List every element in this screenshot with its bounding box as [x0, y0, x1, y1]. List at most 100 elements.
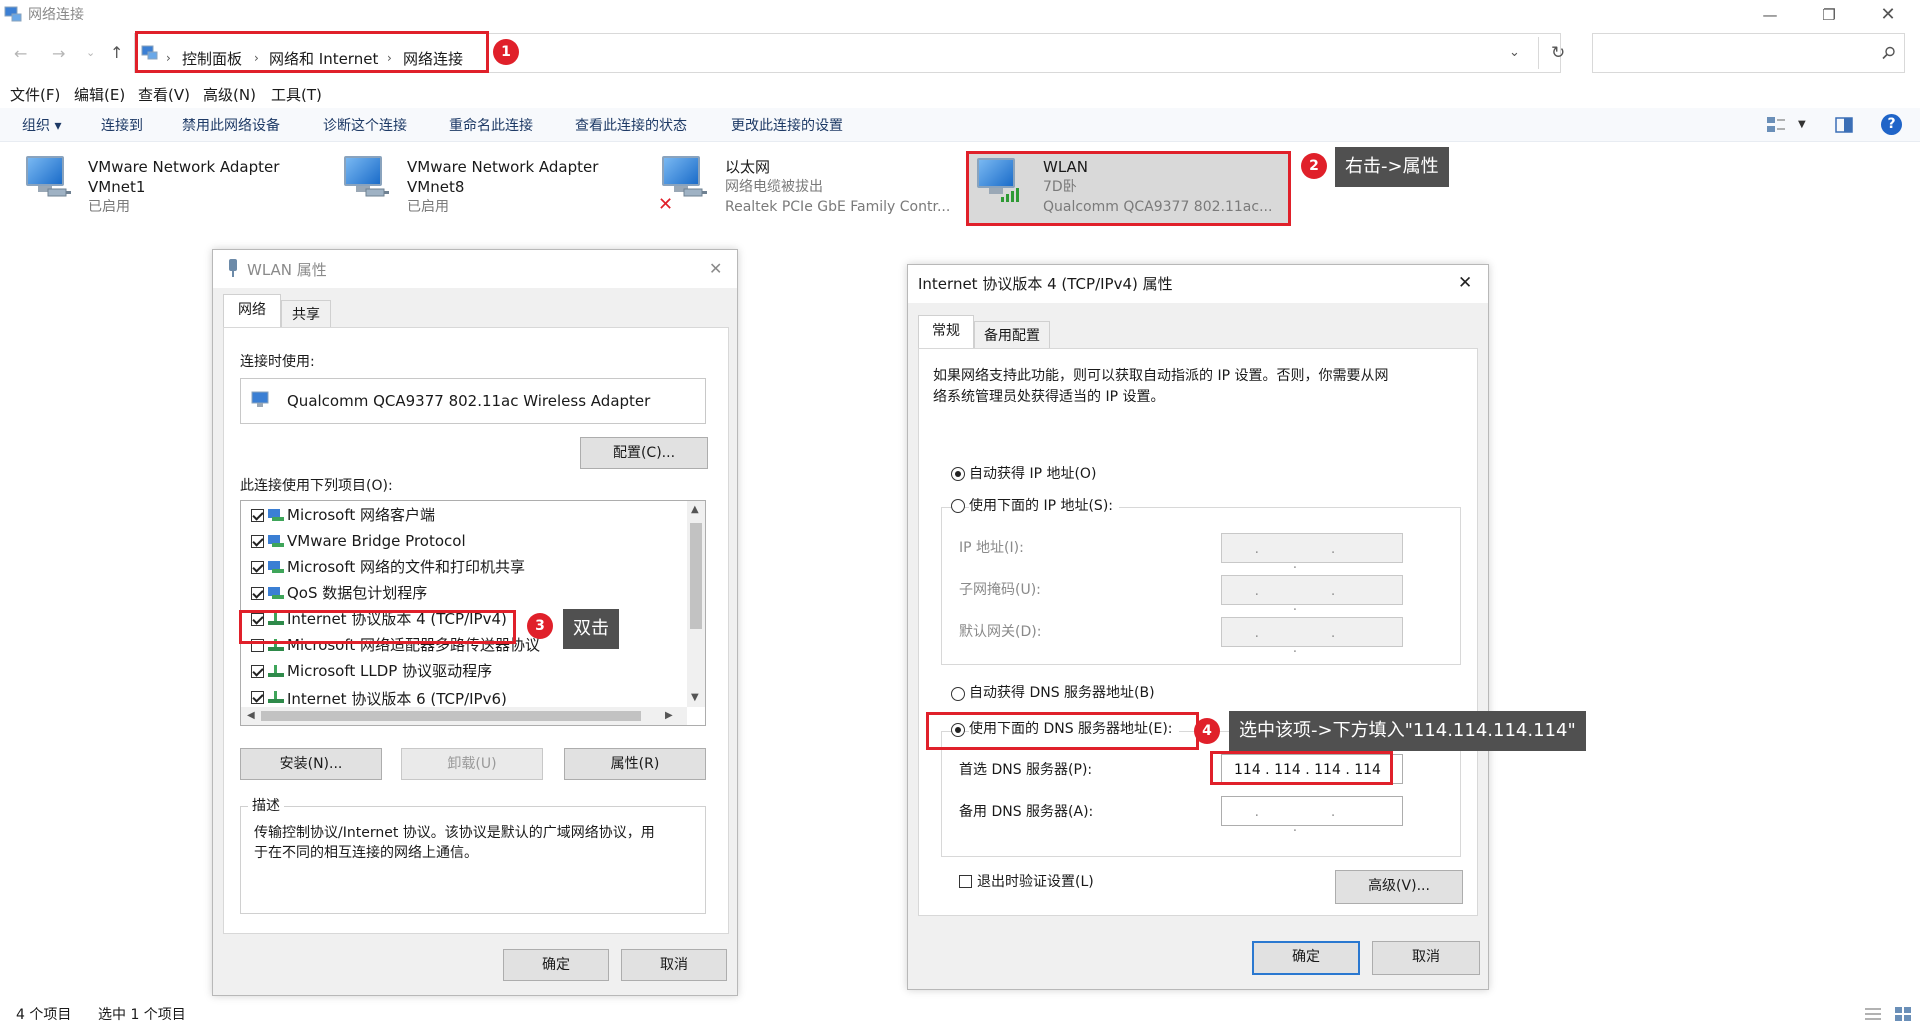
adapter-line2: VMnet8	[407, 178, 465, 196]
scroll-thumb[interactable]	[690, 523, 702, 629]
configure-button[interactable]: 配置(C)...	[580, 437, 708, 469]
tab-general[interactable]: 常规	[918, 315, 974, 349]
ok-button[interactable]: 确定	[503, 949, 609, 981]
item-checkbox[interactable]	[251, 535, 264, 548]
validate-label[interactable]: 退出时验证设置(L)	[977, 875, 1094, 889]
scroll-up-icon[interactable]: ▲	[691, 505, 699, 515]
adapter-device: Realtek PCIe GbE Family Contr...	[725, 199, 951, 215]
list-item[interactable]: QoS 数据包计划程序	[287, 586, 427, 601]
ok-button[interactable]: 确定	[1252, 941, 1360, 975]
diagnose-button[interactable]: 诊断这个连接	[323, 119, 407, 133]
rename-button[interactable]: 重命名此连接	[449, 119, 533, 133]
list-item[interactable]: Microsoft LLDP 协议驱动程序	[287, 664, 492, 679]
auto-ip-label[interactable]: 自动获得 IP 地址(O)	[969, 467, 1096, 481]
tab-network[interactable]: 网络	[223, 294, 281, 328]
help-icon[interactable]: ?	[1881, 114, 1902, 135]
dialog-close-icon[interactable]: ✕	[709, 261, 722, 277]
view-options-icon[interactable]	[1766, 116, 1786, 134]
menu-file[interactable]: 文件(F)	[10, 88, 60, 103]
intro-text-2: 络系统管理员处获得适当的 IP 设置。	[933, 389, 1165, 405]
vertical-scrollbar[interactable]: ▲ ▼	[687, 501, 705, 707]
horizontal-scrollbar[interactable]: ◀ ▶	[241, 707, 687, 725]
dialog-close-icon[interactable]: ✕	[1458, 275, 1472, 292]
adapter-name: 以太网	[725, 158, 771, 176]
tab-alternate-config[interactable]: 备用配置	[974, 321, 1050, 349]
minimize-button[interactable]: —	[1747, 4, 1793, 26]
search-input[interactable]	[1592, 33, 1905, 73]
menu-advanced[interactable]: 高级(N)	[203, 88, 256, 103]
connect-to-button[interactable]: 连接到	[101, 119, 143, 133]
install-button[interactable]: 安装(N)...	[240, 748, 382, 780]
item-checkbox[interactable]	[251, 561, 264, 574]
view-status-button[interactable]: 查看此连接的状态	[575, 119, 687, 133]
highlight-box-preferred-dns	[1210, 751, 1393, 785]
organize-button[interactable]: 组织 ▾	[22, 119, 61, 133]
intro-text: 如果网络支持此功能，则可以获取自动指派的 IP 设置。否则，你需要从网	[933, 368, 1389, 384]
manual-ip-label[interactable]: 使用下面的 IP 地址(S):	[969, 499, 1119, 513]
tab-sharing[interactable]: 共享	[281, 300, 331, 328]
list-item[interactable]: Microsoft 网络客户端	[287, 508, 435, 523]
network-protocol-icon	[268, 535, 284, 547]
scroll-left-icon[interactable]: ◀	[247, 711, 255, 721]
title-bar: 网络连接 — ❐ ✕	[0, 0, 1920, 30]
highlight-box-wlan	[966, 151, 1291, 226]
adapter-name: Qualcomm QCA9377 802.11ac Wireless Adapt…	[287, 392, 651, 410]
adapter-vmnet1[interactable]: VMware Network Adapter VMnet1 已启用	[20, 152, 320, 222]
cancel-button[interactable]: 取消	[621, 949, 727, 981]
adapter-line2: VMnet1	[88, 178, 146, 196]
forward-arrow-icon[interactable]: →	[52, 46, 65, 62]
item-checkbox[interactable]	[251, 665, 264, 678]
description-label: 描述	[248, 799, 284, 813]
items-viewport: Microsoft 网络客户端 VMware Bridge Protocol M…	[241, 501, 687, 707]
ip-address-label: IP 地址(I):	[959, 540, 1024, 556]
step-badge-1: 1	[493, 39, 519, 65]
search-icon	[1882, 46, 1895, 60]
advanced-button[interactable]: 高级(V)...	[1335, 870, 1463, 904]
item-checkbox[interactable]	[251, 509, 264, 522]
menu-view[interactable]: 查看(V)	[138, 88, 190, 103]
preview-pane-icon[interactable]	[1835, 117, 1853, 133]
network-adapter-icon	[24, 156, 72, 200]
validate-checkbox[interactable]	[959, 875, 972, 888]
alternate-dns-field[interactable]: . . .	[1221, 796, 1403, 835]
list-item[interactable]: VMware Bridge Protocol	[287, 534, 466, 549]
view-dropdown-icon[interactable]: ▼	[1798, 120, 1806, 130]
scroll-right-icon[interactable]: ▶	[665, 711, 673, 721]
scroll-down-icon[interactable]: ▼	[691, 693, 699, 703]
cancel-button[interactable]: 取消	[1372, 941, 1480, 975]
alternate-dns-label: 备用 DNS 服务器(A):	[959, 804, 1094, 820]
protocol-icon	[268, 691, 284, 703]
up-arrow-icon[interactable]: ↑	[110, 45, 123, 61]
maximize-button[interactable]: ❐	[1806, 4, 1852, 26]
menu-tools[interactable]: 工具(T)	[271, 88, 322, 103]
close-button[interactable]: ✕	[1865, 4, 1911, 26]
item-checkbox[interactable]	[251, 587, 264, 600]
scroll-thumb[interactable]	[261, 711, 641, 721]
properties-button[interactable]: 属性(R)	[564, 748, 706, 780]
recent-chevron-icon[interactable]: ⌄	[86, 47, 95, 58]
refresh-icon[interactable]: ↻	[1551, 45, 1565, 62]
adapter-name: VMware Network Adapter	[88, 158, 280, 176]
auto-dns-label[interactable]: 自动获得 DNS 服务器地址(B)	[969, 686, 1155, 700]
radio-auto-ip[interactable]	[951, 467, 965, 481]
radio-manual-ip[interactable]	[951, 499, 965, 513]
network-service-icon	[268, 587, 284, 599]
large-icons-view-icon[interactable]	[1894, 1006, 1912, 1022]
highlight-box-ipv4	[239, 610, 516, 644]
adapter-field: Qualcomm QCA9377 802.11ac Wireless Adapt…	[240, 378, 706, 424]
highlight-box-breadcrumb	[135, 31, 489, 73]
item-checkbox[interactable]	[251, 691, 264, 704]
details-view-icon[interactable]	[1864, 1006, 1882, 1022]
address-dropdown-icon[interactable]: ⌄	[1509, 46, 1520, 59]
adapter-vmnet8[interactable]: VMware Network Adapter VMnet8 已启用	[338, 152, 638, 222]
list-item[interactable]: Internet 协议版本 6 (TCP/IPv6)	[287, 692, 507, 707]
disable-device-button[interactable]: 禁用此网络设备	[182, 119, 280, 133]
gateway-label: 默认网关(D):	[959, 624, 1042, 640]
change-settings-button[interactable]: 更改此连接的设置	[731, 119, 843, 133]
network-card-icon	[251, 391, 269, 407]
back-arrow-icon[interactable]: ←	[14, 46, 27, 62]
adapter-ethernet[interactable]: ✕ 以太网 网络电缆被拔出 Realtek PCIe GbE Family Co…	[656, 152, 966, 222]
radio-auto-dns[interactable]	[951, 687, 965, 701]
menu-edit[interactable]: 编辑(E)	[74, 88, 125, 103]
list-item[interactable]: Microsoft 网络的文件和打印机共享	[287, 560, 525, 575]
